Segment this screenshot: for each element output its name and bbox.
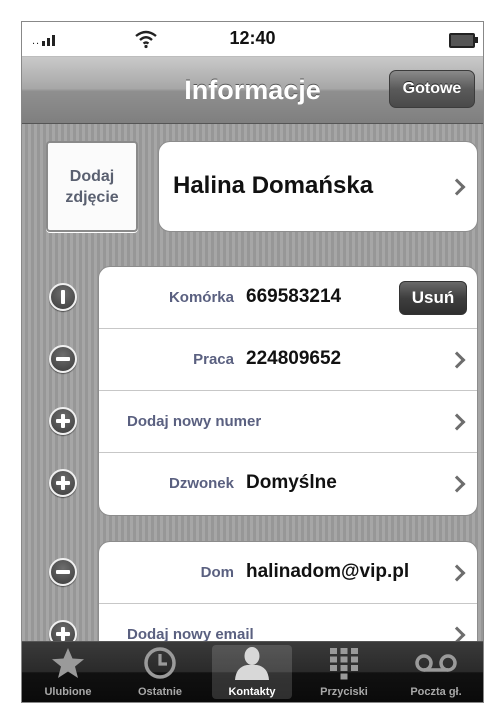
- phone-label: Praca: [193, 351, 234, 368]
- phone-row-mobile[interactable]: Komórka 669583214 Usuń: [99, 267, 477, 329]
- tab-bar: Ulubione Ostatnie Kontakty Przyciski Poc…: [22, 641, 483, 702]
- add-photo-label: Dodaj zdjęcie: [65, 167, 119, 206]
- email-label: Dom: [200, 564, 234, 581]
- status-time: 12:40: [229, 28, 276, 48]
- tab-label: Ulubione: [44, 686, 92, 698]
- clock-icon: [144, 647, 176, 679]
- tab-label: Ostatnie: [137, 686, 182, 698]
- add-icon[interactable]: [49, 469, 77, 497]
- add-icon[interactable]: [49, 407, 77, 435]
- ringtone-row[interactable]: Dzwonek Domyślne: [99, 453, 477, 515]
- chevron-right-icon: [448, 178, 466, 196]
- add-phone-label: Dodaj nowy numer: [127, 413, 262, 430]
- chevron-right-icon: [448, 564, 466, 582]
- remove-icon[interactable]: [49, 558, 77, 586]
- person-icon: [235, 647, 269, 680]
- battery-icon: [449, 33, 478, 48]
- voicemail-icon: [415, 654, 457, 672]
- remove-icon[interactable]: [49, 345, 77, 373]
- phone-value: 224809652: [246, 348, 342, 369]
- tab-label: Kontakty: [228, 686, 276, 698]
- tab-contacts[interactable]: Kontakty: [206, 642, 298, 702]
- contact-name: Halina Domańska: [173, 172, 374, 199]
- tab-favorites[interactable]: Ulubione: [22, 642, 114, 702]
- phone-row-work[interactable]: Praca 224809652: [99, 329, 477, 391]
- contact-name-field[interactable]: Halina Domańska: [158, 141, 478, 232]
- phone-label: Komórka: [168, 289, 234, 306]
- tab-keypad[interactable]: Przyciski: [298, 642, 390, 702]
- email-value: halinadom@vip.pl: [246, 561, 410, 582]
- phone-group: Komórka 669583214 Usuń Praca 224809652 D…: [98, 266, 478, 516]
- add-phone-row[interactable]: Dodaj nowy numer: [99, 391, 477, 453]
- remove-toggle-active-icon[interactable]: [49, 283, 77, 311]
- chevron-right-icon: [448, 413, 466, 431]
- status-bar: .. 12:40: [22, 22, 483, 57]
- chevron-right-icon: [448, 351, 466, 369]
- navigation-bar: Informacje Gotowe: [22, 57, 483, 124]
- tab-recents[interactable]: Ostatnie: [114, 642, 206, 702]
- keypad-icon: [330, 648, 358, 680]
- star-icon: [52, 648, 84, 678]
- tab-label: Przyciski: [320, 686, 368, 698]
- phone-value: 669583214: [246, 286, 342, 307]
- tab-voicemail[interactable]: Poczta gł.: [390, 642, 482, 702]
- delete-button[interactable]: Usuń: [399, 281, 467, 315]
- add-photo-button[interactable]: Dodaj zdjęcie: [46, 141, 138, 232]
- ringtone-value: Domyślne: [246, 472, 337, 493]
- done-button[interactable]: Gotowe: [389, 70, 475, 108]
- tab-label: Poczta gł.: [410, 686, 462, 698]
- ringtone-label: Dzwonek: [168, 475, 234, 492]
- email-row-home[interactable]: Dom halinadom@vip.pl: [99, 542, 477, 604]
- phone-screen: .. 12:40 Informacje Gotowe Dodaj zdjęcie…: [21, 21, 484, 703]
- chevron-right-icon: [448, 475, 466, 493]
